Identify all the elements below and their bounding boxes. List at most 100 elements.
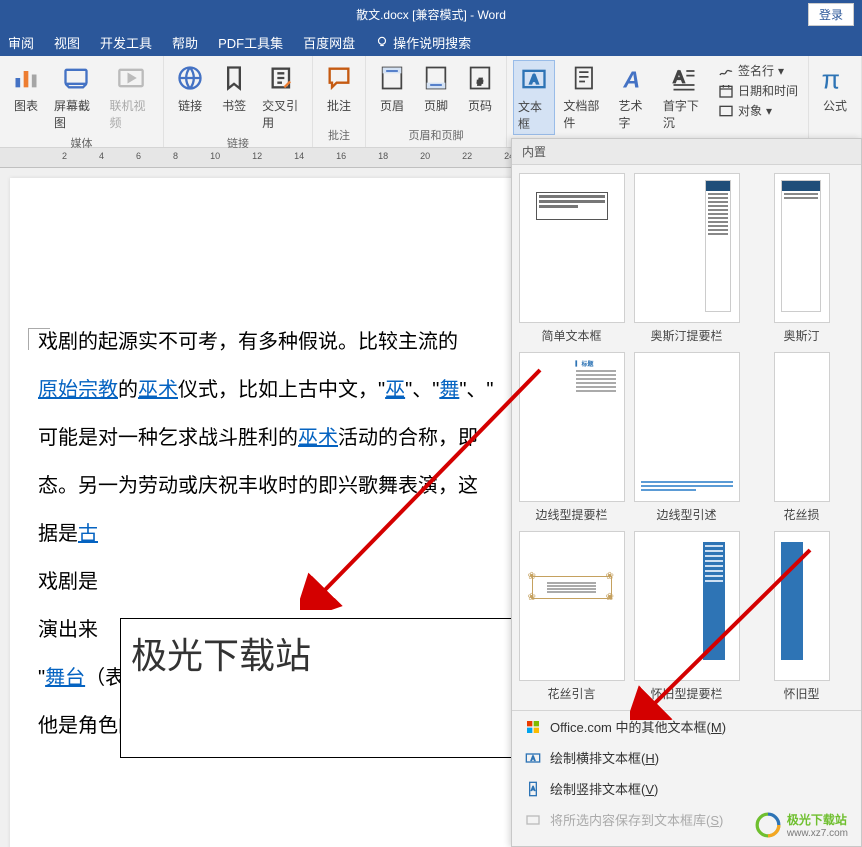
link-icon <box>174 62 206 94</box>
gallery-item-sidebar-bar[interactable]: ▎标题 边线型提要栏 <box>516 350 627 525</box>
menu-review[interactable]: 审阅 <box>8 33 34 52</box>
dropcap-icon: A <box>668 62 700 94</box>
gallery-item-retro-bar[interactable]: 怀旧型提要栏 <box>631 529 742 704</box>
header-icon <box>376 62 408 94</box>
page-corner-marker <box>28 328 50 350</box>
dropdown-icon: ▾ <box>778 64 784 78</box>
equation-button[interactable]: π 公式 <box>815 60 855 116</box>
signature-icon <box>718 63 734 79</box>
ribbon-group-comments: 批注 批注 <box>313 56 366 147</box>
draw-horizontal-textbox[interactable]: A 绘制横排文本框(H) <box>512 742 861 773</box>
chart-icon <box>10 62 42 94</box>
dropdown-icon: ▾ <box>766 104 772 118</box>
comment-icon <box>323 62 355 94</box>
ribbon-group-text: A 文本框 文档部件 A 艺术字 A 首字下沉 签名行 ▾ <box>507 56 808 147</box>
screenshot-button[interactable]: 屏幕截图 <box>50 60 102 133</box>
svg-text:A: A <box>531 786 535 792</box>
thumb-retro-bar <box>634 531 740 681</box>
calendar-icon <box>718 83 734 99</box>
gallery-item-simple-textbox[interactable]: 简单文本框 <box>516 171 627 346</box>
signature-line-button[interactable]: 签名行 ▾ <box>718 62 798 79</box>
gallery-item-sidebar-quote[interactable]: 边线型引述 <box>631 350 742 525</box>
ribbon-group-header-footer: 页眉 页脚 # 页码 页眉和页脚 <box>366 56 507 147</box>
ribbon: 图表 屏幕截图 联机视频 媒体 链接 书签 交叉 <box>0 56 862 148</box>
svg-text:π: π <box>822 65 840 94</box>
menu-bar: 审阅 视图 开发工具 帮助 PDF工具集 百度网盘 操作说明搜索 <box>0 28 862 56</box>
pagenum-icon: # <box>464 62 496 94</box>
footer-button[interactable]: 页脚 <box>416 60 456 116</box>
header-button[interactable]: 页眉 <box>372 60 412 116</box>
object-icon <box>718 103 734 119</box>
gallery-item-flower-quote[interactable]: ❀❀ ❀❀ 花丝引言 <box>516 529 627 704</box>
comment-button[interactable]: 批注 <box>319 60 359 116</box>
crossref-button[interactable]: 交叉引用 <box>258 60 306 133</box>
gallery-grid: 简单文本框 奥斯汀提要栏 奥斯汀 ▎标题 边线型提要栏 边线型引述 <box>512 165 861 710</box>
dropcap-button[interactable]: A 首字下沉 <box>659 60 710 133</box>
link-button[interactable]: 链接 <box>170 60 210 116</box>
ruler-numbers: 2468101214161820222426 <box>62 151 556 161</box>
watermark-name: 极光下载站 <box>787 811 848 828</box>
gallery-item-austin-cut[interactable]: 奥斯汀 <box>746 171 857 346</box>
online-video-button: 联机视频 <box>106 60 158 133</box>
lightbulb-icon <box>375 35 389 49</box>
ribbon-group-links: 链接 书签 交叉引用 链接 <box>164 56 313 147</box>
watermark-logo-icon <box>755 812 781 838</box>
video-icon <box>115 62 147 94</box>
quickparts-icon <box>569 62 601 94</box>
link-ancient[interactable]: 古 <box>78 523 98 545</box>
thumb-austin-cut <box>774 173 830 323</box>
textbox-text[interactable]: 极光下载站 <box>131 627 509 679</box>
quickparts-button[interactable]: 文档部件 <box>559 60 610 133</box>
wordart-icon: A <box>619 62 651 94</box>
bookmark-button[interactable]: 书签 <box>214 60 254 116</box>
svg-text:A: A <box>530 74 538 87</box>
ribbon-group-symbols: π 公式 <box>808 56 862 147</box>
equation-icon: π <box>819 62 851 94</box>
menu-baidu-disk[interactable]: 百度网盘 <box>303 33 355 52</box>
pagenum-button[interactable]: # 页码 <box>460 60 500 116</box>
gallery-item-flower-cut[interactable]: 花丝损 <box>746 350 857 525</box>
object-button[interactable]: 对象 ▾ <box>718 102 798 119</box>
chart-button[interactable]: 图表 <box>6 60 46 116</box>
ribbon-group-media: 图表 屏幕截图 联机视频 媒体 <box>0 56 164 147</box>
textbox-icon: A <box>518 63 550 95</box>
screenshot-icon <box>60 62 92 94</box>
more-office-textboxes[interactable]: Office.com 中的其他文本框(M) <box>512 711 861 742</box>
textbox-button[interactable]: A 文本框 <box>513 60 555 135</box>
watermark-url: www.xz7.com <box>787 828 848 839</box>
tell-me-search[interactable]: 操作说明搜索 <box>375 33 471 52</box>
gallery-item-austin-bar[interactable]: 奥斯汀提要栏 <box>631 171 742 346</box>
link-witchcraft-2[interactable]: 巫术 <box>298 427 338 449</box>
inserted-textbox[interactable]: 极光下载站 <box>120 618 520 758</box>
menu-developer[interactable]: 开发工具 <box>100 33 152 52</box>
link-dance[interactable]: 舞 <box>439 379 459 401</box>
menu-help[interactable]: 帮助 <box>172 33 198 52</box>
link-witchcraft[interactable]: 巫术 <box>138 379 178 401</box>
thumb-austin-bar <box>634 173 740 323</box>
footer-icon <box>420 62 452 94</box>
textbox-gallery: 内置 简单文本框 奥斯汀提要栏 奥斯汀 ▎标题 边线型提要栏 <box>511 138 862 847</box>
svg-text:A: A <box>622 66 640 92</box>
menu-pdf-tools[interactable]: PDF工具集 <box>218 33 283 52</box>
svg-text:A: A <box>674 69 685 87</box>
office-icon <box>524 718 542 736</box>
wordart-button[interactable]: A 艺术字 <box>615 60 655 133</box>
crossref-icon <box>266 62 298 94</box>
thumb-flower-cut <box>774 352 830 502</box>
draw-vertical-textbox[interactable]: A 绘制竖排文本框(V) <box>512 773 861 804</box>
link-primitive-religion[interactable]: 原始宗教 <box>38 379 118 401</box>
vertical-textbox-icon: A <box>524 780 542 798</box>
link-stage[interactable]: 舞台 <box>45 667 85 689</box>
document-title: 散文.docx [兼容模式] - Word <box>356 6 506 23</box>
thumb-retro-cut <box>774 531 830 681</box>
thumb-sidebar-bar: ▎标题 <box>519 352 625 502</box>
link-wu[interactable]: 巫 <box>385 379 405 401</box>
horizontal-textbox-icon: A <box>524 749 542 767</box>
menu-view[interactable]: 视图 <box>54 33 80 52</box>
gallery-item-retro-cut[interactable]: 怀旧型 <box>746 529 857 704</box>
save-gallery-icon <box>524 811 542 829</box>
datetime-button[interactable]: 日期和时间 <box>718 82 798 99</box>
thumb-sidebar-quote <box>634 352 740 502</box>
group-label-comments: 批注 <box>319 125 359 145</box>
login-button[interactable]: 登录 <box>808 3 854 26</box>
